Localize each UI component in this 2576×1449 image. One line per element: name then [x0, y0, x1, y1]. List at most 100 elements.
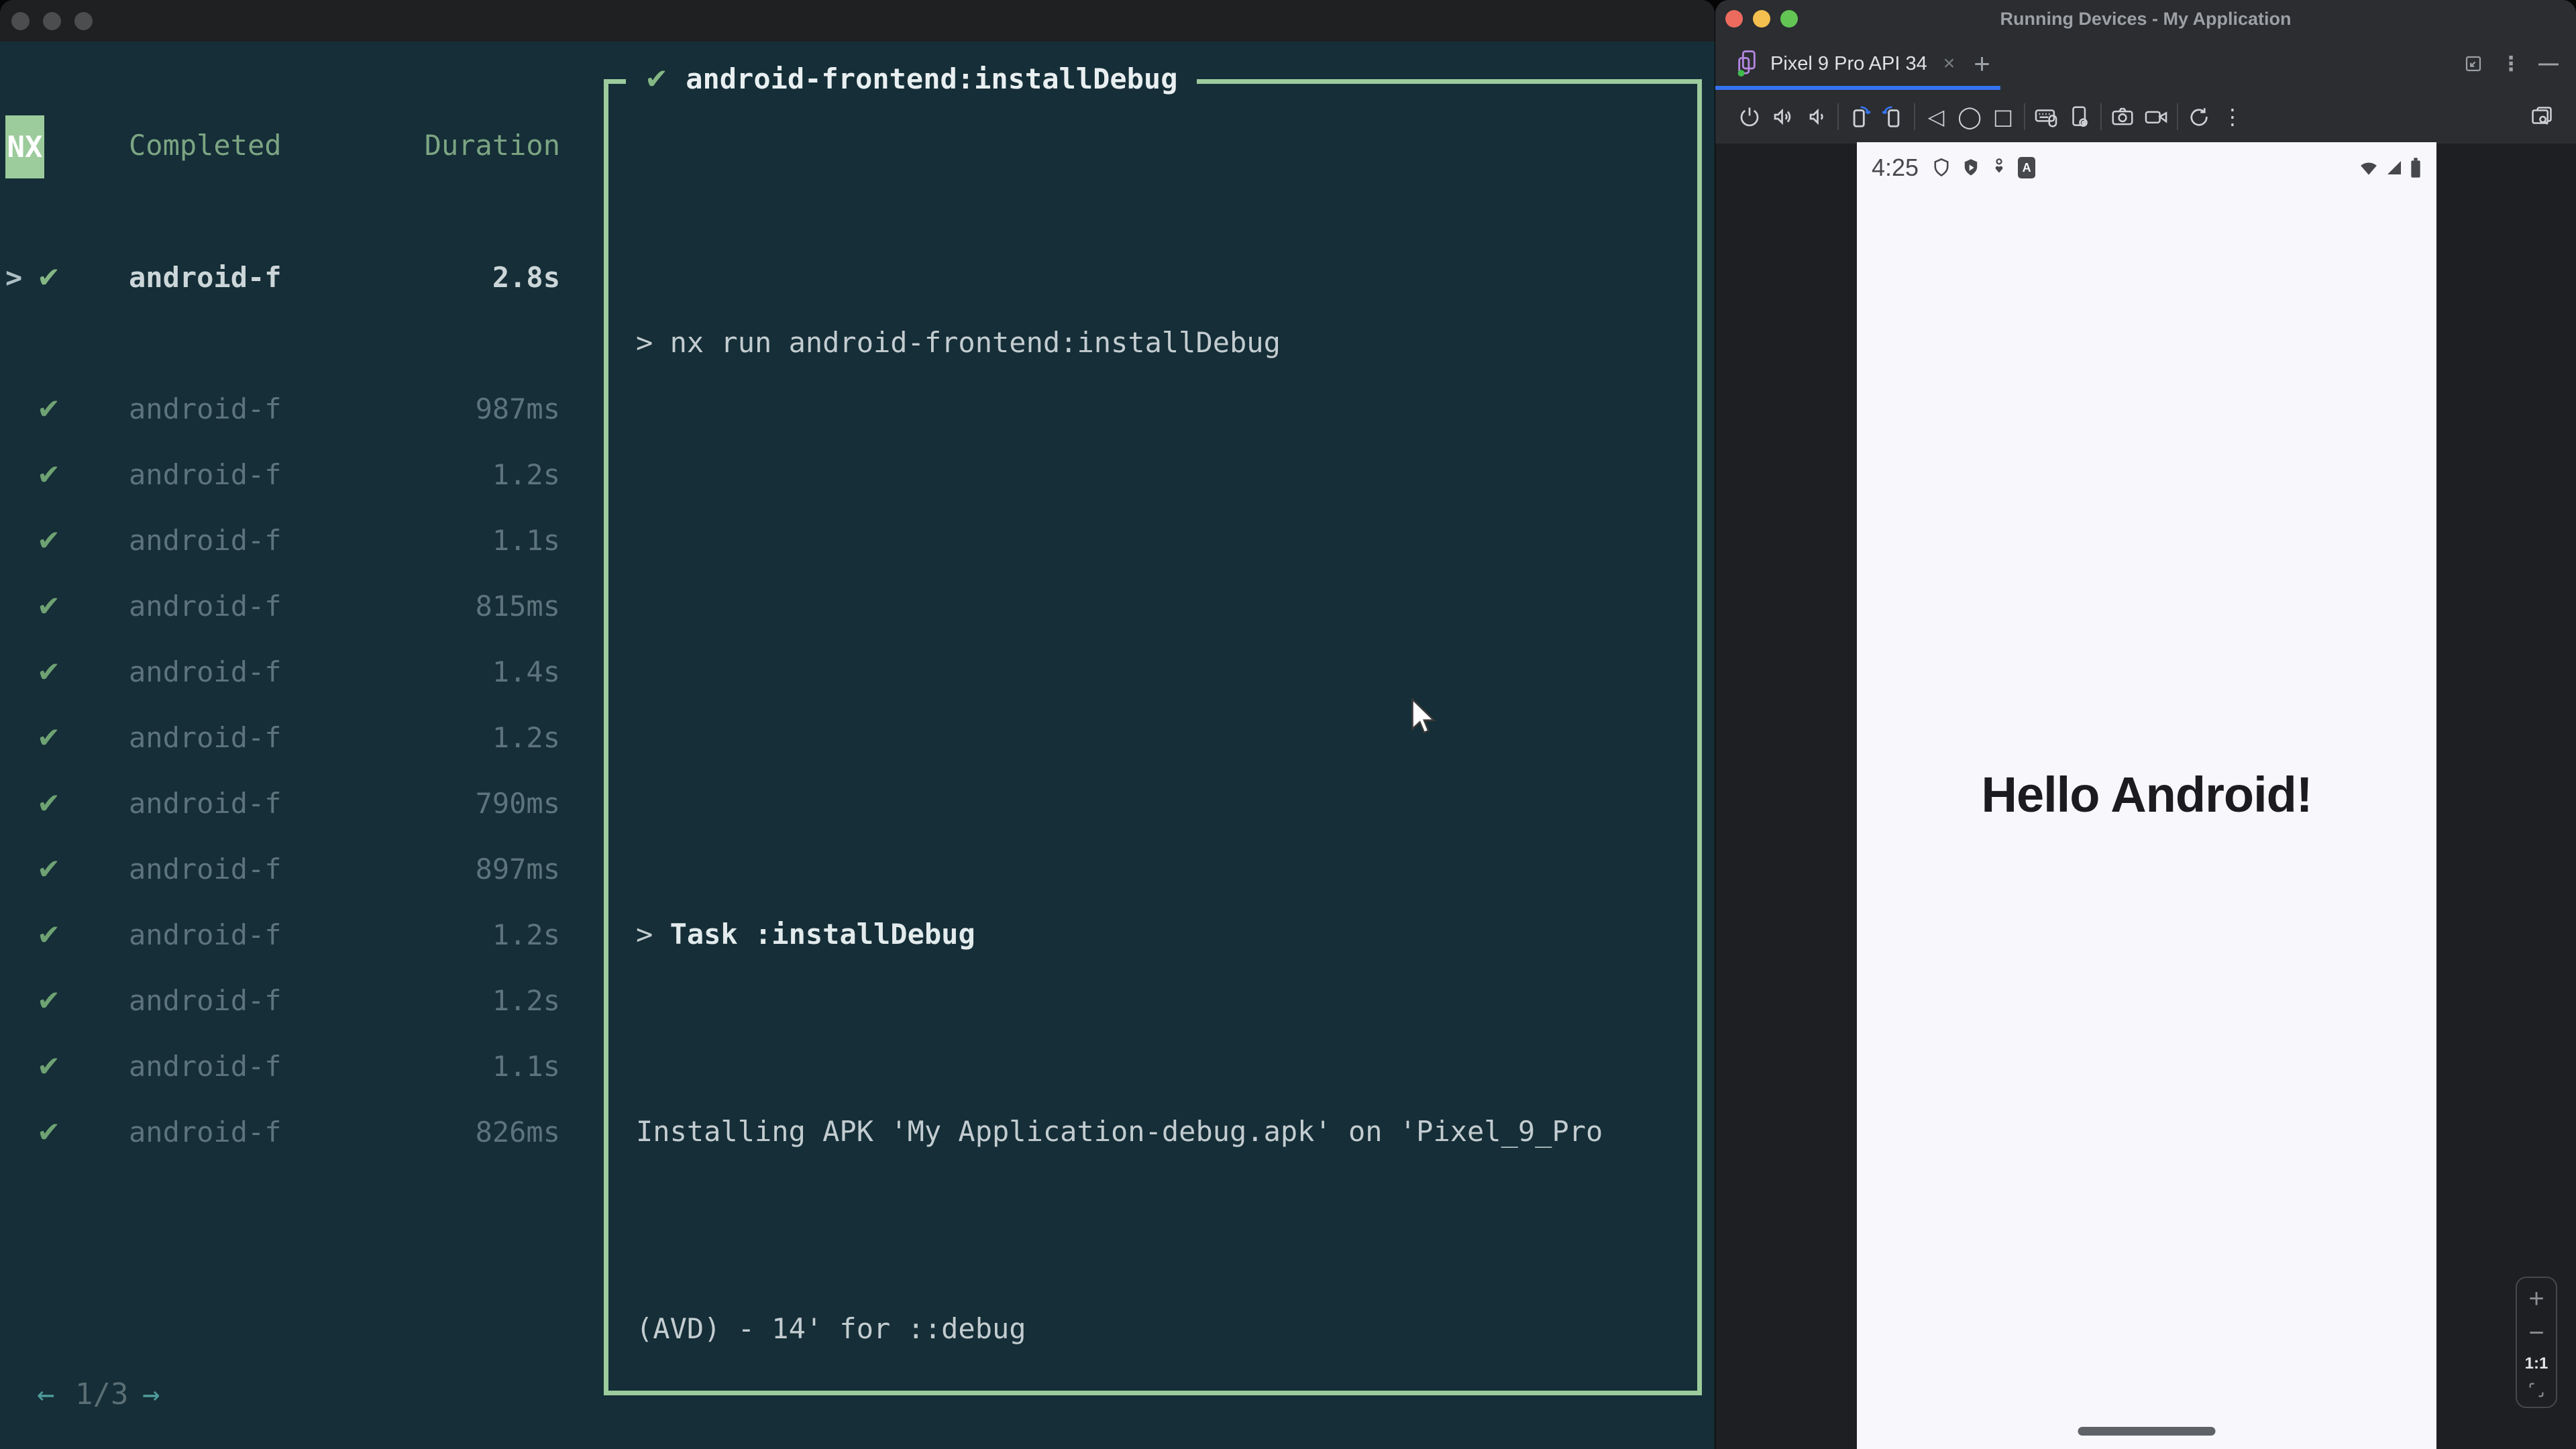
- next-page-arrow-icon[interactable]: →: [142, 1362, 160, 1428]
- task-duration: 987ms: [475, 392, 560, 425]
- check-icon: ✔: [37, 590, 61, 623]
- selection-pointer-icon: >: [5, 261, 23, 294]
- float-window-icon[interactable]: [2463, 54, 2483, 74]
- task-output-panel: ✔ android-frontend:installDebug > nx run …: [604, 46, 1702, 1395]
- phone-device-icon: [1735, 49, 1758, 78]
- command-line: > nx run android-frontend:installDebug: [636, 326, 1281, 359]
- task-row[interactable]: ✔ android-f 1.2s: [0, 902, 582, 968]
- check-icon: ✔: [37, 853, 61, 885]
- home-button-icon[interactable]: ◯: [1953, 100, 1986, 133]
- task-output-log: > nx run android-frontend:installDebug >…: [636, 178, 1603, 1449]
- close-tab-icon[interactable]: ×: [1943, 52, 1955, 75]
- terminal-titlebar: [0, 0, 1715, 42]
- task-row[interactable]: ✔ android-f 826ms: [0, 1099, 582, 1165]
- check-icon: ✔: [37, 787, 61, 820]
- task-name: android-f: [129, 655, 282, 688]
- check-icon: ✔: [37, 721, 61, 754]
- check-icon: ✔: [37, 918, 61, 951]
- zoom-out-button[interactable]: −: [2528, 1320, 2544, 1346]
- minimize-window-button[interactable]: [43, 11, 61, 30]
- task-name: android-f: [129, 918, 282, 951]
- play-protect-icon: [1962, 158, 1980, 178]
- check-icon: ✔: [645, 62, 669, 95]
- task-duration: 1.2s: [492, 721, 560, 754]
- volume-up-icon[interactable]: [1766, 100, 1800, 133]
- task-duration: 1.2s: [492, 458, 560, 491]
- overview-button-icon[interactable]: □: [1986, 100, 2020, 133]
- task-duration: 1.2s: [492, 918, 560, 951]
- terminal-window: NX Completed Duration > ✔ android-f 2.8s…: [0, 0, 1715, 1449]
- window-title: Running Devices - My Application: [2000, 8, 2292, 29]
- wellbeing-icon: [1991, 158, 2007, 178]
- tool-window-controls: ⋮ —: [2463, 38, 2559, 90]
- keyboard-input-icon[interactable]: [2029, 100, 2063, 133]
- task-duration: 790ms: [475, 787, 560, 820]
- task-name: android-f: [129, 458, 282, 491]
- task-name: android-f: [129, 261, 282, 294]
- back-button-icon[interactable]: ◁: [1919, 100, 1953, 133]
- task-row[interactable]: ✔ android-f 790ms: [0, 771, 582, 837]
- new-tab-button[interactable]: +: [1974, 48, 1990, 80]
- hide-tool-window-icon[interactable]: —: [2538, 52, 2559, 75]
- toolbar-separator: [2100, 103, 2102, 130]
- task-row[interactable]: ✔ android-f 987ms: [0, 376, 582, 442]
- prev-page-arrow-icon[interactable]: ←: [37, 1362, 55, 1428]
- output-panel-title-text: android-frontend:installDebug: [686, 62, 1178, 95]
- task-name: android-f: [129, 984, 282, 1017]
- rotate-right-icon[interactable]: [1876, 100, 1910, 133]
- zoom-in-button[interactable]: +: [2528, 1285, 2544, 1312]
- screen-record-icon[interactable]: [2139, 100, 2173, 133]
- task-row[interactable]: ✔ android-f 1.2s: [0, 442, 582, 508]
- zoom-mode-icon[interactable]: [2525, 100, 2559, 133]
- task-duration: 826ms: [475, 1116, 560, 1148]
- task-row[interactable]: ✔ android-f 1.2s: [0, 705, 582, 771]
- check-icon: ✔: [37, 1116, 61, 1148]
- task-duration: 815ms: [475, 590, 560, 623]
- task-name: android-f: [129, 721, 282, 754]
- device-settings-icon[interactable]: [2063, 100, 2096, 133]
- check-icon: ✔: [37, 524, 61, 557]
- emulator-screen[interactable]: 4:25 A Hello Android!: [1857, 142, 2436, 1449]
- output-panel-title: ✔ android-frontend:installDebug: [626, 46, 1197, 112]
- toolbar-separator: [1914, 103, 1915, 130]
- task-row[interactable]: ✔ android-f 897ms: [0, 837, 582, 902]
- task-duration: 1.2s: [492, 984, 560, 1017]
- restart-icon[interactable]: [2182, 100, 2216, 133]
- check-icon: ✔: [37, 984, 61, 1017]
- page-indicator: 1/3: [75, 1377, 129, 1411]
- battery-icon: [2410, 157, 2422, 178]
- hello-android-text: Hello Android!: [1981, 767, 2313, 822]
- task-row[interactable]: ✔ android-f 1.4s: [0, 639, 582, 705]
- gesture-navigation-bar[interactable]: [2078, 1427, 2216, 1436]
- actual-size-button[interactable]: 1:1: [2525, 1354, 2548, 1373]
- task-row[interactable]: ✔ android-f 815ms: [0, 574, 582, 639]
- task-list-header: Completed Duration: [0, 113, 582, 178]
- system-status-icons: [2359, 157, 2422, 178]
- task-duration: 1.4s: [492, 655, 560, 688]
- check-icon: ✔: [37, 458, 61, 491]
- device-tab-label: Pixel 9 Pro API 34: [1770, 52, 1927, 74]
- task-duration: 2.8s: [492, 261, 560, 294]
- more-actions-icon[interactable]: ⋮: [2216, 100, 2249, 133]
- device-tab-bar: Pixel 9 Pro API 34 × + ⋮ —: [1715, 38, 2576, 90]
- volume-down-icon[interactable]: [1800, 100, 1833, 133]
- more-options-icon[interactable]: ⋮: [2501, 52, 2521, 76]
- studio-titlebar: Running Devices - My Application: [1715, 0, 2576, 38]
- task-row[interactable]: ✔ android-f 1.1s: [0, 508, 582, 574]
- task-row[interactable]: ✔ android-f 1.2s: [0, 968, 582, 1034]
- selected-task-row[interactable]: > ✔ android-f 2.8s: [0, 245, 582, 311]
- close-window-button[interactable]: [11, 11, 30, 30]
- power-button-icon[interactable]: [1733, 100, 1766, 133]
- maximize-window-button[interactable]: [74, 11, 93, 30]
- android-status-bar: 4:25 A: [1857, 148, 2436, 188]
- task-name: android-f: [129, 853, 282, 885]
- fit-screen-icon[interactable]: [2527, 1381, 2546, 1399]
- screenshot-icon[interactable]: [2106, 100, 2139, 133]
- rotate-left-icon[interactable]: [1843, 100, 1876, 133]
- task-row[interactable]: ✔ android-f 1.1s: [0, 1034, 582, 1099]
- task-duration: 897ms: [475, 853, 560, 885]
- task-duration: 1.1s: [492, 1050, 560, 1083]
- notification-icons: A: [1932, 157, 2036, 178]
- check-icon: ✔: [37, 655, 61, 688]
- device-tab[interactable]: Pixel 9 Pro API 34 ×: [1735, 49, 1955, 78]
